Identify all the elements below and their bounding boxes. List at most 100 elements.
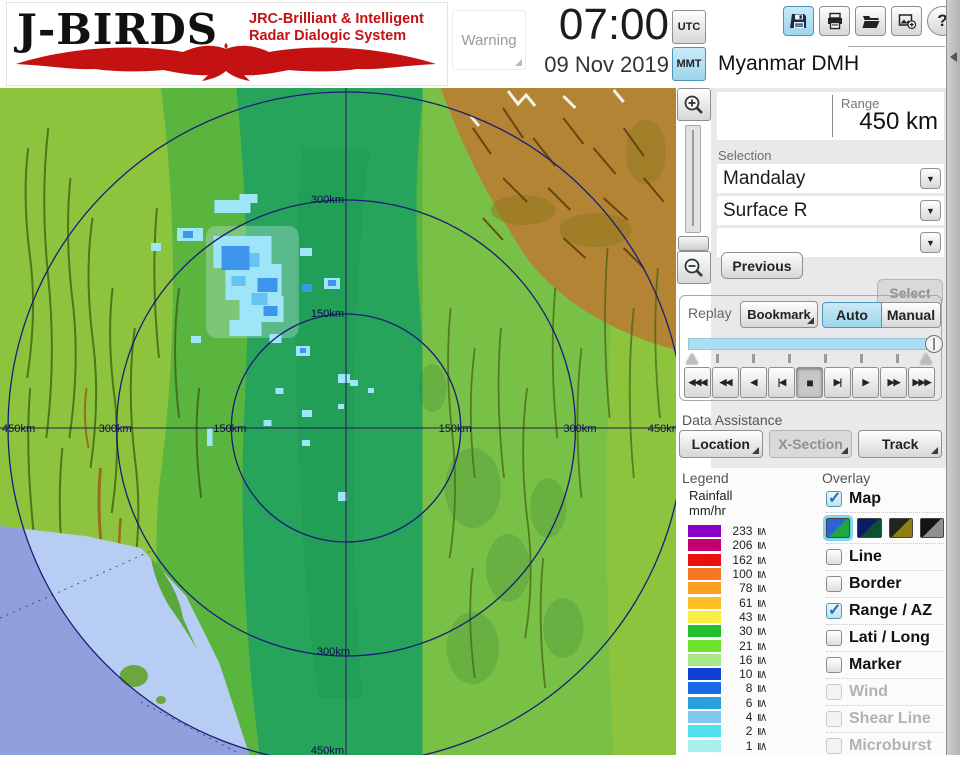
map-color-swatch-2[interactable] xyxy=(857,518,882,538)
range-ring-label: 450km xyxy=(311,745,344,755)
playback-button-6[interactable]: ▶| xyxy=(824,367,851,398)
dropdown-arrow-button[interactable]: ▼ xyxy=(920,200,941,221)
manual-button[interactable]: Manual xyxy=(882,302,941,328)
legend-row: 10 ≦ xyxy=(688,667,808,681)
overlay-item-label: Marker xyxy=(849,656,902,673)
range-box: Range 450 km xyxy=(717,92,944,140)
replay-progress-slider[interactable] xyxy=(688,335,943,353)
radar-map[interactable]: 300km 150km 450km 300km 150km 150km 300km 450km… xyxy=(0,88,676,755)
overlay-item-shear-line[interactable]: Shear Line xyxy=(826,705,944,732)
ruler-tick xyxy=(896,354,899,363)
leq-symbol: ≦ xyxy=(755,670,768,680)
playback-icon: ▶▶ xyxy=(887,377,901,387)
dropdown-arrow-button[interactable]: ▼ xyxy=(920,232,941,253)
playback-button-4[interactable]: |◀ xyxy=(768,367,795,398)
overlay-item-lati-long[interactable]: Lati / Long xyxy=(826,624,944,651)
selection-dropdown-1[interactable]: Mandalay ▼ xyxy=(717,164,944,193)
legend-row: 206 ≦ xyxy=(688,538,808,552)
legend-value: 206 ≦ xyxy=(732,538,768,553)
zoom-in-button[interactable] xyxy=(677,88,711,121)
playback-button-8[interactable]: ▶▶ xyxy=(880,367,907,398)
playback-button-2[interactable]: ◀◀ xyxy=(712,367,739,398)
panel-collapse-strip[interactable] xyxy=(946,0,960,755)
playback-button-3[interactable]: ◀ xyxy=(740,367,767,398)
previous-button[interactable]: Previous xyxy=(721,252,803,279)
add-image-button[interactable] xyxy=(891,6,922,36)
playback-button-1[interactable]: ◀◀◀ xyxy=(684,367,711,398)
legend-row: 16 ≦ xyxy=(688,653,808,667)
overlay-item-label: Shear Line xyxy=(849,710,931,727)
mmt-button[interactable]: MMT xyxy=(672,47,706,81)
playback-icon: ◀◀ xyxy=(719,377,733,387)
ruler-end-marker[interactable] xyxy=(920,353,932,364)
border-checkbox[interactable] xyxy=(826,576,842,592)
legend-value: 30 ≦ xyxy=(739,624,768,639)
legend-unit-line1: Rainfall xyxy=(689,488,733,503)
legend-row: 233 ≦ xyxy=(688,524,808,538)
overlay-item-map[interactable]: Map xyxy=(826,486,944,512)
auto-button[interactable]: Auto xyxy=(822,302,882,328)
legend-units: Rainfall mm/hr xyxy=(689,488,732,518)
legend-color-swatch xyxy=(688,696,721,709)
playback-button-7[interactable]: ▶ xyxy=(852,367,879,398)
legend-value: 78 ≦ xyxy=(739,581,768,596)
overlay-item-label: Border xyxy=(849,575,902,592)
zoom-slider-handle[interactable] xyxy=(678,236,709,251)
selection-dropdown-2[interactable]: Surface R ▼ xyxy=(717,196,944,225)
legend-color-swatch xyxy=(688,668,721,681)
playback-controls: ◀◀◀ ◀◀ ◀ |◀ ■ ▶| ▶ ▶▶ ▶▶▶ xyxy=(684,367,935,398)
range-ring-label: 300km xyxy=(99,423,132,435)
auto-label: Auto xyxy=(836,307,868,323)
x-section-button[interactable]: X-Section xyxy=(768,430,853,458)
track-button[interactable]: Track xyxy=(858,430,943,458)
utc-button[interactable]: UTC xyxy=(672,10,706,44)
bookmark-button[interactable]: Bookmark xyxy=(740,301,818,328)
location-button[interactable]: Location xyxy=(679,430,763,458)
map-checkbox[interactable] xyxy=(826,488,842,508)
leq-symbol: ≦ xyxy=(755,655,768,665)
map-color-swatch-4[interactable] xyxy=(919,518,944,538)
ruler-start-marker[interactable] xyxy=(686,353,698,364)
marker-checkbox[interactable] xyxy=(826,657,842,673)
line-checkbox[interactable] xyxy=(826,549,842,565)
legend-value: 2 ≦ xyxy=(745,724,768,739)
range-az-checkbox[interactable] xyxy=(826,600,842,620)
lati-long-checkbox[interactable] xyxy=(826,630,842,646)
overlay-item-line[interactable]: Line xyxy=(826,543,944,570)
zoom-slider-track[interactable] xyxy=(685,125,701,233)
save-button[interactable] xyxy=(783,6,814,36)
map-color-swatch-3[interactable] xyxy=(888,518,913,538)
legend-color-swatch xyxy=(688,653,721,666)
rainfall-legend: 233 ≦ 206 ≦ 162 ≦ 100 ≦ 78 ≦ 61 ≦ 43 ≦ 30 ≦ 21 ≦… xyxy=(688,524,808,753)
range-ring-label: 300km xyxy=(563,423,596,435)
playback-icon: ▶ xyxy=(862,377,870,387)
leq-symbol: ≦ xyxy=(755,541,768,551)
mmt-label: MMT xyxy=(676,58,702,70)
legend-value: 1 ≦ xyxy=(745,738,768,753)
overlay-item-wind[interactable]: Wind xyxy=(826,678,944,705)
add-image-icon xyxy=(898,14,916,29)
print-button[interactable] xyxy=(819,6,850,36)
dropdown-arrow-button[interactable]: ▼ xyxy=(920,168,941,189)
legend-color-swatch xyxy=(688,725,721,738)
leq-symbol: ≦ xyxy=(755,741,768,751)
playback-button-9[interactable]: ▶▶▶ xyxy=(908,367,935,398)
leq-symbol: ≦ xyxy=(755,569,768,580)
legend-color-swatch xyxy=(688,568,721,581)
legend-color-swatch xyxy=(688,682,721,695)
overlay-item-range-az[interactable]: Range / AZ xyxy=(826,597,944,624)
overlay-item-marker[interactable]: Marker xyxy=(826,651,944,678)
ruler-tick xyxy=(752,354,755,363)
range-ring-label: 300km xyxy=(317,646,350,658)
legend-color-swatch xyxy=(688,639,721,652)
legend-row: 8 ≦ xyxy=(688,681,808,695)
overlay-item-label: Range / AZ xyxy=(849,602,932,619)
zoom-out-button[interactable] xyxy=(677,251,711,284)
replay-slider-handle[interactable] xyxy=(925,335,943,353)
open-folder-button[interactable] xyxy=(855,6,886,36)
overlay-item-border[interactable]: Border xyxy=(826,570,944,597)
da-button-label: Location xyxy=(691,436,750,452)
map-color-swatch-1[interactable] xyxy=(822,515,854,541)
clock: 07:00 09 Nov 2019 xyxy=(497,0,669,86)
playback-button-5[interactable]: ■ xyxy=(796,367,823,398)
